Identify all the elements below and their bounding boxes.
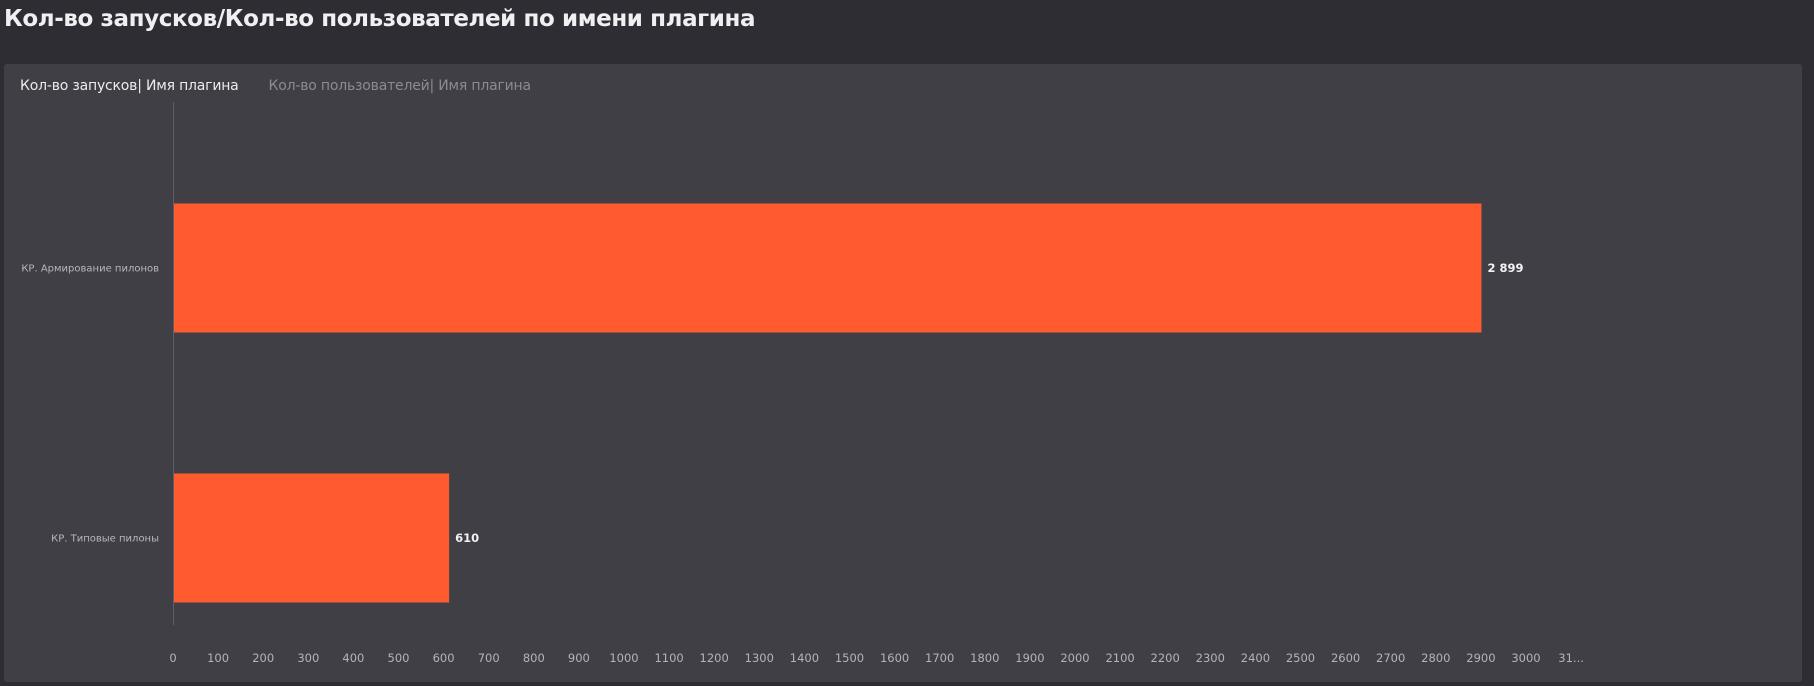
bar[interactable] (174, 473, 450, 603)
x-tick-label: 1800 (970, 651, 999, 665)
x-tick-label: 1100 (654, 651, 683, 665)
x-tick-label: 1600 (880, 651, 909, 665)
x-tick-label: 2700 (1376, 651, 1405, 665)
page-title: Кол-во запусков/Кол-во пользователей по … (4, 6, 756, 32)
x-tick-label: 1500 (835, 651, 864, 665)
x-tick-label: 1900 (1015, 651, 1044, 665)
x-tick-label: 2000 (1060, 651, 1089, 665)
x-tick-label: 3000 (1511, 651, 1540, 665)
bar[interactable] (174, 203, 1482, 333)
category-label: КР. Армирование пилонов (21, 264, 159, 275)
x-tick-label: 300 (297, 651, 319, 665)
x-tick-label: 200 (252, 651, 274, 665)
x-tick-label: 1400 (790, 651, 819, 665)
x-tick-label: 0 (169, 651, 176, 665)
x-tick-label: 700 (478, 651, 500, 665)
x-tick-label: 2100 (1105, 651, 1134, 665)
category-label: КР. Типовые пилоны (51, 534, 159, 545)
x-tick-label: 1300 (745, 651, 774, 665)
x-tick-label: 2400 (1241, 651, 1270, 665)
x-tick-label: 2500 (1286, 651, 1315, 665)
x-tick-label: 1700 (925, 651, 954, 665)
x-tick-label: 600 (433, 651, 455, 665)
x-tick-label: 500 (388, 651, 410, 665)
x-tick-label: 2200 (1151, 651, 1180, 665)
data-label: 610 (455, 531, 479, 545)
x-tick-label: 1000 (609, 651, 638, 665)
x-tick-label: 2600 (1331, 651, 1360, 665)
bar-chart: КР. Армирование пилонов 2 899 КР. Типовые … (21, 102, 1584, 665)
x-tick-label: 800 (523, 651, 545, 665)
x-tick-label: 2800 (1421, 651, 1450, 665)
data-label: 2 899 (1487, 261, 1523, 275)
chart-panel: Кол-во запусков| Имя плагина Кол-во поль… (4, 64, 1802, 682)
x-tick-label: 400 (342, 651, 364, 665)
x-tick-label: 2300 (1196, 651, 1225, 665)
x-tick-label: 2900 (1466, 651, 1495, 665)
x-tick-label: 1200 (700, 651, 729, 665)
x-tick-label: 900 (568, 651, 590, 665)
x-tick-label: 100 (207, 651, 229, 665)
x-tick-label: 31... (1558, 651, 1584, 665)
